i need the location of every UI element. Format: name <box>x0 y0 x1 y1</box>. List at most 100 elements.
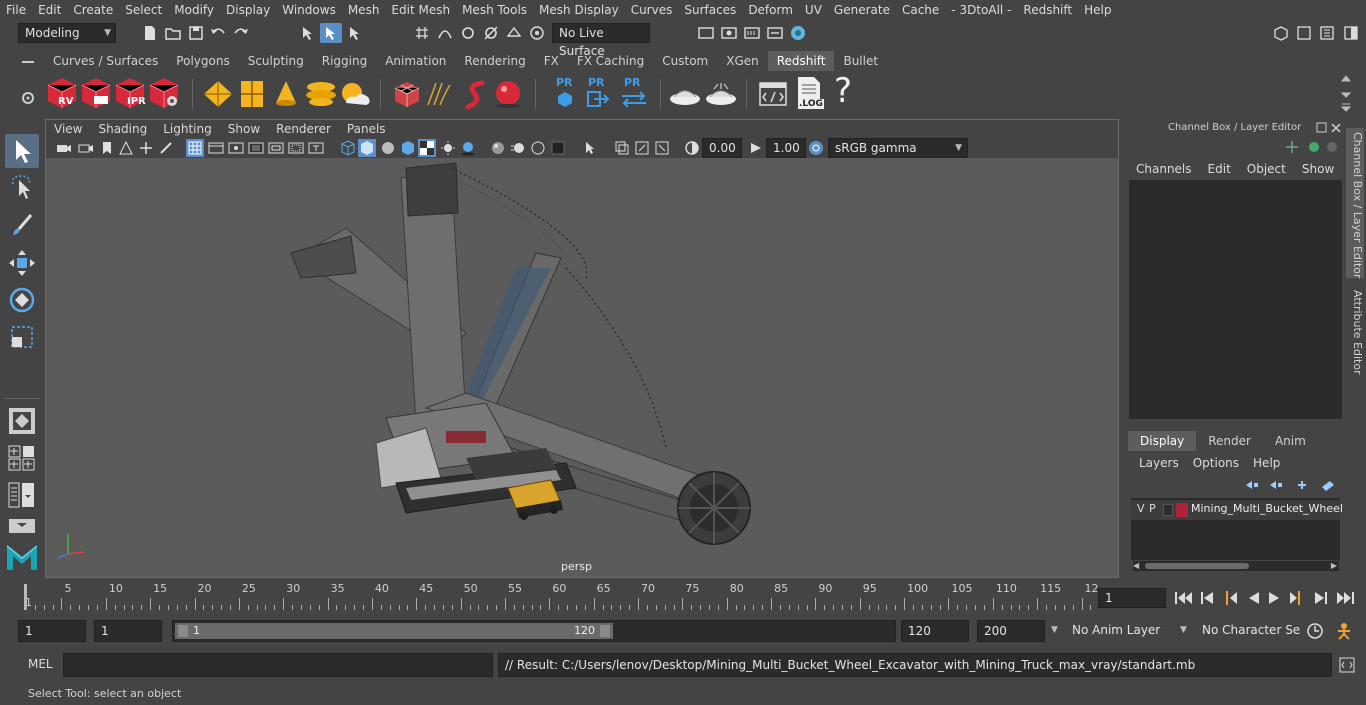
safe-title-icon[interactable] <box>308 140 324 156</box>
scroll-left-icon[interactable]: ◀ <box>1133 561 1139 570</box>
layer-type-toggle[interactable] <box>1163 504 1173 516</box>
playback-end-field[interactable]: 120 <box>901 620 969 642</box>
range-end-grip[interactable] <box>600 625 610 637</box>
viewport-menu-show[interactable]: Show <box>220 120 268 138</box>
use-default-material-icon[interactable] <box>380 140 396 156</box>
image-plane-icon[interactable] <box>118 140 134 156</box>
command-result-field[interactable]: // Result: C:/Users/lenov/Desktop/Mining… <box>498 653 1332 677</box>
snap-point-icon[interactable] <box>459 24 477 42</box>
animation-start-field[interactable]: 1 <box>18 620 86 642</box>
menu-create[interactable]: Create <box>67 0 119 20</box>
tab-fx-caching[interactable]: FX Caching <box>568 51 653 71</box>
layer-horizontal-scrollbar[interactable]: ◀ ▶ <box>1133 561 1339 571</box>
tab-xgen[interactable]: XGen <box>717 51 768 71</box>
select-tool-button[interactable] <box>5 134 39 168</box>
wireframe-cube-icon[interactable] <box>340 140 356 156</box>
select-by-hierarchy-icon[interactable] <box>299 24 317 42</box>
range-slider-track[interactable]: 1 120 <box>172 620 896 642</box>
viewport-menu-shading[interactable]: Shading <box>90 120 155 138</box>
tab-animation[interactable]: Animation <box>376 51 455 71</box>
xray-icon[interactable] <box>614 140 630 156</box>
hypershade-icon[interactable] <box>789 24 807 42</box>
select-camera-icon[interactable] <box>56 140 72 156</box>
channel-box-menu-object[interactable]: Object <box>1239 160 1294 178</box>
select-by-component-icon[interactable] <box>346 24 364 42</box>
menu-edit-mesh[interactable]: Edit Mesh <box>385 0 456 20</box>
toggle-channel-box-icon[interactable] <box>1342 24 1360 42</box>
move-tool-button[interactable] <box>5 246 39 280</box>
render-setup-icon[interactable] <box>697 24 715 42</box>
gamma-icon[interactable] <box>748 140 764 156</box>
layer-visibility-toggle[interactable]: V <box>1137 502 1145 515</box>
layout-script-editor-button[interactable] <box>7 518 37 534</box>
time-slider[interactable]: 1 5 10 15 20 25 30 35 40 45 50 55 60 65 70 75 80 85 90 95 10… <box>18 580 1099 612</box>
layer-menu-help[interactable]: Help <box>1246 454 1287 472</box>
range-start-grip[interactable] <box>178 625 188 637</box>
make-live-icon[interactable] <box>528 24 546 42</box>
menu-mesh-display[interactable]: Mesh Display <box>533 0 625 20</box>
chevron-down-icon[interactable]: ▼ <box>1180 625 1187 635</box>
character-set-dropdown[interactable]: No Character Set <box>1196 620 1300 642</box>
menu-mesh-tools[interactable]: Mesh Tools <box>456 0 533 20</box>
redshift-hair-icon[interactable] <box>424 79 458 109</box>
auto-key-icon[interactable] <box>1306 622 1324 640</box>
redshift-pr-export-button[interactable]: PR <box>552 76 580 112</box>
select-by-object-button[interactable] <box>320 23 342 43</box>
motion-blur-icon[interactable] <box>510 140 526 156</box>
workspace-icon[interactable] <box>1272 24 1290 42</box>
menu-modify[interactable]: Modify <box>168 0 220 20</box>
playback-controls[interactable] <box>1173 589 1359 607</box>
xray-joints-icon[interactable] <box>634 140 650 156</box>
layer-row[interactable]: V P Mining_Multi_Bucket_Wheel <box>1131 500 1343 520</box>
snap-curve-icon[interactable] <box>436 24 454 42</box>
snap-surface-icon[interactable] <box>505 24 523 42</box>
redshift-proxy-icon[interactable] <box>392 79 422 109</box>
live-surface-field[interactable]: No Live Surface <box>552 23 650 58</box>
layer-menu-layers[interactable]: Layers <box>1132 454 1186 472</box>
tab-render-layers[interactable]: Render <box>1196 431 1263 451</box>
menu-display[interactable]: Display <box>220 0 276 20</box>
redshift-material-ball-icon[interactable] <box>492 79 524 109</box>
xray-components-icon[interactable] <box>654 140 670 156</box>
tab-channel-box-layer-editor[interactable]: Channel Box / Layer Editor <box>1346 128 1364 279</box>
two-d-pan-zoom-icon[interactable] <box>138 140 154 156</box>
shadows-icon[interactable] <box>460 140 476 156</box>
tab-fx[interactable]: FX <box>535 51 568 71</box>
use-all-lights-icon[interactable] <box>440 140 456 156</box>
tab-rendering[interactable]: Rendering <box>455 51 534 71</box>
gamma-field[interactable]: 1.00 <box>766 138 806 158</box>
viewport-menu-view[interactable]: View <box>46 120 90 138</box>
channel-box-menu-show[interactable]: Show <box>1294 160 1342 178</box>
menu-select[interactable]: Select <box>119 0 168 20</box>
viewport-menu-lighting[interactable]: Lighting <box>155 120 220 138</box>
playback-start-field[interactable]: 1 <box>94 620 162 642</box>
anim-layer-dropdown[interactable]: No Anim Layer <box>1066 620 1174 642</box>
snap-grid-icon[interactable] <box>413 24 431 42</box>
shelf-menu-icon[interactable] <box>18 56 38 70</box>
redshift-spot-light-icon[interactable] <box>272 79 300 109</box>
snap-view-plane-icon[interactable] <box>482 24 500 42</box>
exposure-field[interactable]: 0.00 <box>702 138 742 158</box>
redshift-area-light-icon[interactable] <box>202 79 234 109</box>
redshift-log-button[interactable]: .LOG <box>794 75 824 113</box>
script-editor-icon[interactable] <box>1338 656 1356 674</box>
tab-curves-surfaces[interactable]: Curves / Surfaces <box>44 51 167 71</box>
redshift-batch-render-button[interactable] <box>80 76 112 110</box>
lasso-tool-button[interactable] <box>5 172 39 206</box>
scrollbar-thumb[interactable] <box>1145 563 1249 569</box>
open-scene-icon[interactable] <box>164 24 182 42</box>
color-management-icon[interactable] <box>808 140 824 156</box>
tab-attribute-editor[interactable]: Attribute Editor <box>1346 286 1364 376</box>
chevron-down-icon[interactable]: ▼ <box>1051 625 1058 635</box>
redshift-render-view-button[interactable]: RV <box>46 76 78 110</box>
scroll-right-icon[interactable]: ▶ <box>1331 561 1337 570</box>
menu-file[interactable]: File <box>0 0 32 20</box>
toggle-modeling-toolkit-icon[interactable] <box>1295 24 1313 42</box>
gate-mask-icon[interactable] <box>248 140 264 156</box>
animation-end-field[interactable]: 200 <box>977 620 1045 642</box>
resolution-gate-icon[interactable] <box>228 140 244 156</box>
channel-box-menu-channels[interactable]: Channels <box>1128 160 1200 178</box>
layer-menu-options[interactable]: Options <box>1186 454 1246 472</box>
shelf-settings-gear-icon[interactable] <box>20 90 36 106</box>
tab-sculpting[interactable]: Sculpting <box>239 51 313 71</box>
